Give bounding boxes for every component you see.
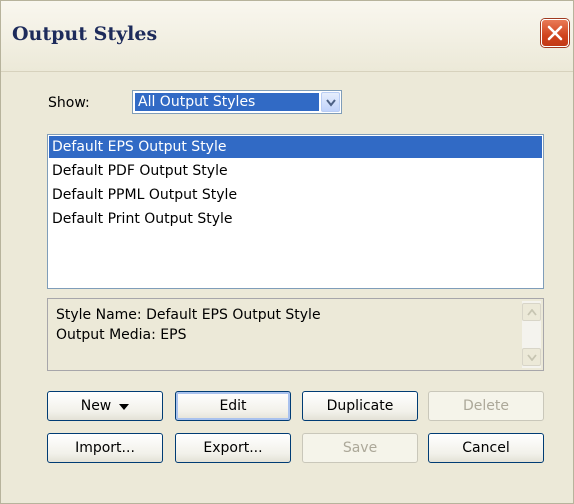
close-icon (547, 25, 563, 41)
close-button[interactable] (541, 19, 569, 47)
show-label: Show: (48, 95, 90, 111)
import-button[interactable]: Import... (47, 433, 163, 463)
title-bar: Output Styles (1, 1, 573, 72)
list-item[interactable]: Default Print Output Style (49, 208, 542, 230)
duplicate-button[interactable]: Duplicate (302, 391, 418, 421)
import-button-label: Import... (75, 440, 135, 456)
delete-button[interactable]: Delete (428, 391, 544, 421)
new-button-label: New (80, 398, 112, 414)
scroll-up-button[interactable] (522, 303, 541, 321)
show-dropdown-value: All Output Styles (135, 93, 319, 111)
scroll-down-button[interactable] (522, 348, 541, 366)
output-styles-list[interactable]: Default EPS Output Style Default PDF Out… (47, 134, 544, 289)
style-name-text: Style Name: Default EPS Output Style (56, 307, 321, 323)
style-info-box: Style Name: Default EPS Output Style Out… (47, 298, 544, 371)
export-button[interactable]: Export... (175, 433, 291, 463)
delete-button-label: Delete (463, 398, 509, 414)
list-item[interactable]: Default PPML Output Style (49, 184, 542, 206)
chevron-up-icon (527, 309, 537, 316)
dialog-title: Output Styles (12, 23, 158, 45)
cancel-button-label: Cancel (462, 440, 510, 456)
save-button[interactable]: Save (302, 433, 418, 463)
list-item[interactable]: Default EPS Output Style (49, 136, 542, 158)
info-scrollbar[interactable] (522, 301, 541, 368)
edit-button[interactable]: Edit (175, 391, 291, 421)
new-button[interactable]: New (47, 391, 163, 421)
edit-button-label: Edit (219, 398, 247, 414)
output-media-text: Output Media: EPS (56, 327, 187, 343)
export-button-label: Export... (203, 440, 263, 456)
show-dropdown-button[interactable] (321, 92, 340, 112)
cancel-button[interactable]: Cancel (428, 433, 544, 463)
save-button-label: Save (342, 440, 378, 456)
show-dropdown[interactable]: All Output Styles (132, 90, 342, 114)
chevron-down-icon (326, 99, 336, 107)
chevron-down-icon (527, 354, 537, 361)
dropdown-arrow-icon (119, 392, 130, 420)
duplicate-button-label: Duplicate (326, 398, 394, 414)
list-item[interactable]: Default PDF Output Style (49, 160, 542, 182)
output-styles-dialog: Output Styles Show: All Output Styles De… (0, 0, 574, 504)
